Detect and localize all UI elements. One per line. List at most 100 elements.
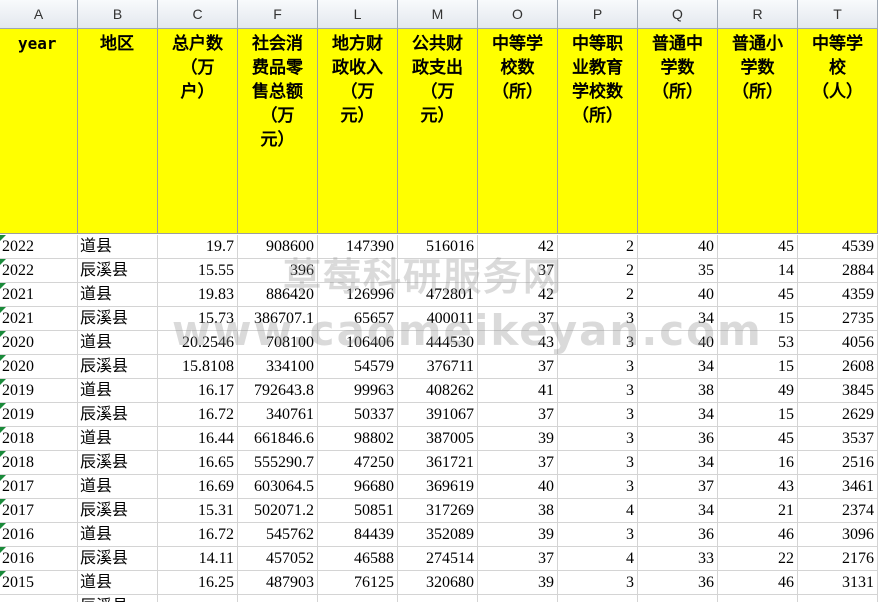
- table-cell[interactable]: 2: [558, 235, 638, 259]
- table-cell[interactable]: 408262: [398, 379, 478, 403]
- table-cell[interactable]: 555290.7: [238, 451, 318, 475]
- table-cell[interactable]: 3: [558, 307, 638, 331]
- table-cell[interactable]: 2516: [798, 451, 878, 475]
- table-cell[interactable]: 47250: [318, 451, 398, 475]
- table-cell[interactable]: 2015: [0, 571, 78, 595]
- table-cell[interactable]: 99963: [318, 379, 398, 403]
- table-cell[interactable]: [0, 595, 78, 602]
- table-cell[interactable]: 2: [558, 283, 638, 307]
- table-cell[interactable]: 84439: [318, 523, 398, 547]
- table-cell[interactable]: 40: [638, 235, 718, 259]
- table-cell[interactable]: 3461: [798, 475, 878, 499]
- table-cell[interactable]: 20.2546: [158, 331, 238, 355]
- table-cell[interactable]: 16.72: [158, 523, 238, 547]
- table-cell[interactable]: 34: [638, 403, 718, 427]
- table-cell[interactable]: 4056: [798, 331, 878, 355]
- table-cell[interactable]: 3: [558, 571, 638, 595]
- table-cell[interactable]: 516016: [398, 235, 478, 259]
- column-header-R[interactable]: R: [718, 0, 798, 29]
- table-cell[interactable]: 16.25: [158, 571, 238, 595]
- table-cell[interactable]: 40: [638, 331, 718, 355]
- table-cell[interactable]: 2018: [0, 451, 78, 475]
- table-cell[interactable]: 辰溪县: [78, 595, 158, 602]
- table-cell[interactable]: 15: [718, 307, 798, 331]
- table-cell[interactable]: 320680: [398, 571, 478, 595]
- table-cell[interactable]: 2020: [0, 331, 78, 355]
- table-cell[interactable]: 2017: [0, 475, 78, 499]
- table-cell[interactable]: 37: [638, 475, 718, 499]
- table-cell[interactable]: 54579: [318, 355, 398, 379]
- table-cell[interactable]: 辰溪县: [78, 403, 158, 427]
- table-cell[interactable]: 34: [638, 307, 718, 331]
- table-cell[interactable]: 45: [718, 283, 798, 307]
- table-cell[interactable]: 2: [558, 259, 638, 283]
- table-cell[interactable]: 3131: [798, 571, 878, 595]
- table-cell[interactable]: 2608: [798, 355, 878, 379]
- table-cell[interactable]: 274514: [398, 547, 478, 571]
- table-cell[interactable]: 14: [718, 259, 798, 283]
- table-cell[interactable]: 708100: [238, 331, 318, 355]
- table-cell[interactable]: 3: [558, 475, 638, 499]
- table-cell[interactable]: 21: [718, 499, 798, 523]
- table-cell[interactable]: 502071.2: [238, 499, 318, 523]
- table-cell[interactable]: 42: [478, 283, 558, 307]
- table-cell[interactable]: 14.11: [158, 547, 238, 571]
- table-cell[interactable]: 36: [638, 571, 718, 595]
- table-cell[interactable]: 34: [638, 499, 718, 523]
- table-cell[interactable]: 辰溪县: [78, 499, 158, 523]
- table-cell[interactable]: 16.72: [158, 403, 238, 427]
- table-cell[interactable]: 37: [478, 451, 558, 475]
- table-cell[interactable]: 98802: [318, 427, 398, 451]
- table-cell[interactable]: 4539: [798, 235, 878, 259]
- table-cell[interactable]: 3: [558, 355, 638, 379]
- table-cell[interactable]: 37: [478, 547, 558, 571]
- table-cell[interactable]: 49: [718, 379, 798, 403]
- table-cell[interactable]: 46588: [318, 547, 398, 571]
- column-header-P[interactable]: P: [558, 0, 638, 29]
- table-cell[interactable]: 886420: [238, 283, 318, 307]
- table-cell[interactable]: 37: [478, 403, 558, 427]
- table-cell[interactable]: [238, 595, 318, 602]
- table-cell[interactable]: 400011: [398, 307, 478, 331]
- table-cell[interactable]: 辰溪县: [78, 307, 158, 331]
- table-cell[interactable]: 道县: [78, 331, 158, 355]
- table-cell[interactable]: 46: [718, 523, 798, 547]
- table-cell[interactable]: 603064.5: [238, 475, 318, 499]
- table-cell[interactable]: 40: [478, 475, 558, 499]
- table-cell[interactable]: 39: [478, 427, 558, 451]
- table-cell[interactable]: 道县: [78, 475, 158, 499]
- table-cell[interactable]: 3: [558, 403, 638, 427]
- table-cell[interactable]: 15.55: [158, 259, 238, 283]
- table-cell[interactable]: 34: [638, 355, 718, 379]
- table-cell[interactable]: 2016: [0, 523, 78, 547]
- table-cell[interactable]: 45: [718, 235, 798, 259]
- table-cell[interactable]: 39: [478, 571, 558, 595]
- table-cell[interactable]: 661846.6: [238, 427, 318, 451]
- table-cell[interactable]: 50851: [318, 499, 398, 523]
- column-header-C[interactable]: C: [158, 0, 238, 29]
- table-cell[interactable]: 道县: [78, 235, 158, 259]
- table-cell[interactable]: 147390: [318, 235, 398, 259]
- column-header-L[interactable]: L: [318, 0, 398, 29]
- table-cell[interactable]: 3537: [798, 427, 878, 451]
- table-cell[interactable]: 96680: [318, 475, 398, 499]
- table-cell[interactable]: 2016: [0, 547, 78, 571]
- table-cell[interactable]: 126996: [318, 283, 398, 307]
- table-cell[interactable]: 15.31: [158, 499, 238, 523]
- header-cell-8[interactable]: 普通中 学数 （所）: [638, 29, 718, 234]
- header-cell-3[interactable]: 社会消 费品零 售总额 （万 元）: [238, 29, 318, 234]
- table-cell[interactable]: 4: [558, 499, 638, 523]
- table-cell[interactable]: 16.65: [158, 451, 238, 475]
- table-cell[interactable]: 16.69: [158, 475, 238, 499]
- table-cell[interactable]: 15.73: [158, 307, 238, 331]
- table-cell[interactable]: 33: [638, 547, 718, 571]
- column-header-F[interactable]: F: [238, 0, 318, 29]
- table-cell[interactable]: 38: [638, 379, 718, 403]
- table-cell[interactable]: 2017: [0, 499, 78, 523]
- table-cell[interactable]: 352089: [398, 523, 478, 547]
- table-cell[interactable]: [718, 595, 798, 602]
- column-header-B[interactable]: B: [78, 0, 158, 29]
- table-cell[interactable]: 396: [238, 259, 318, 283]
- table-cell[interactable]: 65657: [318, 307, 398, 331]
- header-cell-6[interactable]: 中等学 校数 （所）: [478, 29, 558, 234]
